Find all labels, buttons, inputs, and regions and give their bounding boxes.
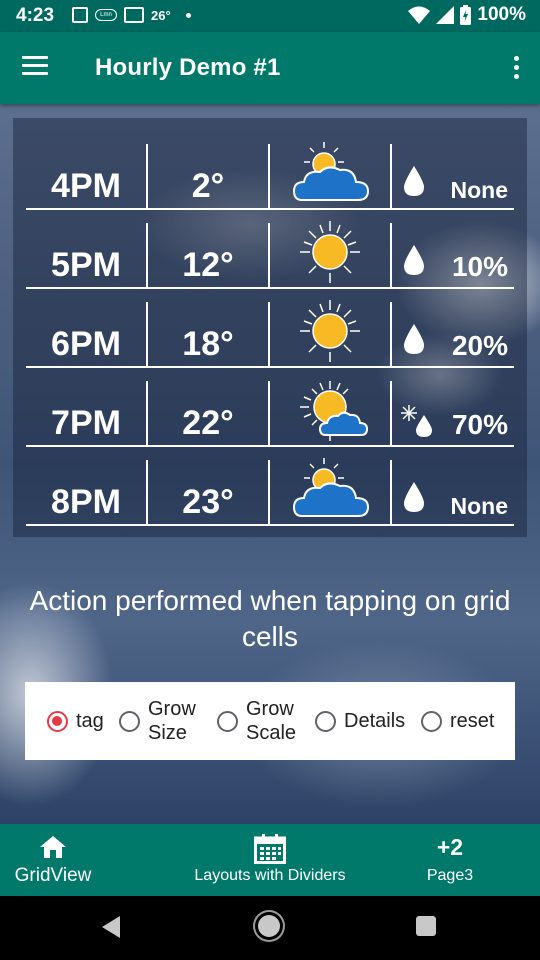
hour-cell[interactable]: 4PM (26, 144, 146, 208)
tap-action-radio-group: tag Grow Size Grow Scale Details reset (25, 682, 515, 760)
raindrop-icon (404, 245, 424, 275)
nav-item-layouts-with-dividers[interactable]: Layouts with Dividers (170, 824, 370, 896)
message-notification-icon (72, 7, 88, 23)
precipitation-value: None (450, 493, 509, 519)
radio-label: Grow Size (148, 698, 196, 744)
status-system-icons: 100% (408, 4, 526, 26)
hourly-row: 6PM 18° 20% (26, 300, 514, 368)
signal-icon (436, 6, 455, 24)
snow-rain-icon (401, 405, 432, 437)
cloud-sun-small-icon (292, 142, 370, 201)
status-temperature: 26° (151, 7, 171, 23)
precipitation-value: 20% (451, 330, 508, 361)
radio-unchecked-icon (217, 710, 238, 732)
recents-icon[interactable] (416, 916, 436, 936)
nav-label: GridView (14, 865, 92, 886)
temperature-cell[interactable]: 23° (148, 460, 268, 524)
weather-cell[interactable] (270, 300, 390, 366)
radio-label: reset (450, 710, 495, 732)
precipitation-cell[interactable]: 70% (392, 381, 514, 445)
radio-grow-scale[interactable]: Grow Scale (217, 682, 296, 760)
system-navigation-bar (0, 896, 540, 960)
raindrop-icon (404, 324, 424, 354)
hourly-row: 8PM 23° None (26, 458, 514, 526)
battery-icon (460, 5, 472, 25)
temperature-cell[interactable]: 12° (148, 223, 268, 287)
hourly-row: 4PM 2° None (26, 142, 514, 210)
nav-label: Layouts with Dividers (194, 867, 346, 884)
app-notification-icon: Lmn (95, 9, 117, 21)
status-time: 4:23 (16, 5, 55, 26)
sun-icon (300, 221, 360, 283)
radio-tag[interactable]: tag (47, 682, 104, 760)
precipitation-cell[interactable]: 20% (392, 302, 514, 366)
battery-percentage: 100% (477, 4, 526, 25)
temperature-cell[interactable]: 22° (148, 381, 268, 445)
raindrop-icon (404, 482, 424, 512)
radio-checked-icon (47, 710, 68, 732)
hour-cell[interactable]: 8PM (26, 460, 146, 524)
nav-item-gridview[interactable]: GridView (0, 824, 106, 896)
status-bar: 4:23 Lmn 26° 100% (0, 0, 540, 32)
hourly-row: 5PM 12° 10% (26, 221, 514, 289)
raindrop-icon (404, 166, 424, 196)
more-notifications-icon (185, 12, 191, 18)
radio-label: tag (76, 710, 104, 732)
home-button-icon[interactable] (258, 915, 280, 937)
nav-label: Page3 (426, 867, 474, 884)
precipitation-value: 10% (451, 251, 508, 282)
hamburger-menu-icon[interactable] (22, 56, 48, 76)
hourly-grid: 4PM 2° None 5PM 12° 10% 6PM 18° 20% 7PM … (13, 118, 527, 537)
radio-details[interactable]: Details (315, 682, 405, 760)
weather-cell[interactable] (270, 221, 390, 287)
home-icon (40, 836, 66, 858)
temperature-cell[interactable]: 18° (148, 302, 268, 366)
radio-unchecked-icon (119, 710, 140, 732)
hour-cell[interactable]: 6PM (26, 302, 146, 366)
nav-badge: +2 (436, 834, 464, 860)
sun-icon (300, 300, 360, 362)
cloud-sun-small-icon (292, 458, 370, 517)
precipitation-cell[interactable]: None (392, 460, 514, 524)
precipitation-value: 70% (451, 409, 508, 440)
radio-label: Details (344, 710, 406, 732)
nav-item-page3[interactable]: +2 Page3 (400, 824, 500, 896)
sun-cloud-icon (300, 381, 369, 441)
radio-reset[interactable]: reset (421, 682, 494, 760)
calendar-icon (254, 834, 286, 864)
bottom-navigation: GridView Layouts with Dividers +2 Page3 (0, 824, 540, 896)
weather-cell[interactable] (270, 142, 390, 208)
precipitation-cell[interactable]: 10% (392, 223, 514, 287)
weather-cell[interactable] (270, 381, 390, 445)
grid-action-caption: Action performed when tapping on grid ce… (29, 585, 511, 652)
radio-unchecked-icon (315, 710, 336, 732)
status-notification-icons: Lmn 26° (72, 7, 191, 23)
overflow-menu-icon[interactable] (512, 56, 520, 80)
temperature-cell[interactable]: 2° (148, 144, 268, 208)
precipitation-value: None (450, 177, 509, 203)
app-bar: Hourly Demo #1 (0, 32, 540, 104)
hour-cell[interactable]: 7PM (26, 381, 146, 445)
wifi-icon (408, 6, 431, 24)
app-title: Hourly Demo #1 (95, 54, 281, 81)
hourly-row: 7PM 22° 70% (26, 381, 514, 447)
gmail-icon (124, 7, 144, 23)
hour-cell[interactable]: 5PM (26, 223, 146, 287)
radio-grow-size[interactable]: Grow Size (119, 682, 196, 760)
radio-unchecked-icon (421, 710, 442, 732)
precipitation-cell[interactable]: None (392, 144, 514, 208)
radio-label: Grow Scale (246, 698, 297, 744)
weather-cell[interactable] (270, 458, 390, 524)
back-icon[interactable] (102, 916, 120, 938)
